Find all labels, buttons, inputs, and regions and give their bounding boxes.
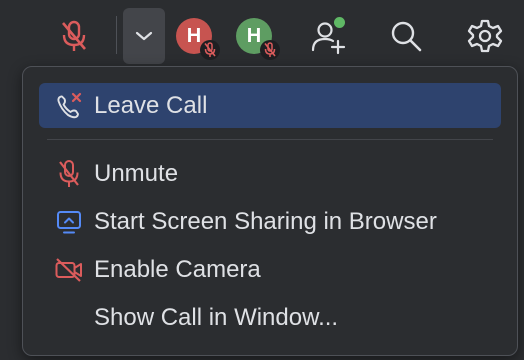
avatar-initial: H (246, 24, 262, 47)
camera-off-icon (54, 255, 84, 285)
menu-item-show-call-in-window[interactable]: Show Call in Window... (39, 295, 501, 340)
search-button[interactable] (386, 16, 426, 56)
online-indicator (332, 15, 347, 30)
menu-item-label: Leave Call (94, 91, 208, 119)
menu-item-label: Start Screen Sharing in Browser (94, 207, 437, 235)
participant-avatar-1[interactable]: H (176, 16, 224, 64)
avatar-initial: H (186, 24, 202, 47)
phone-hangup-icon (54, 91, 84, 121)
menu-separator (47, 139, 493, 140)
search-icon (391, 21, 422, 52)
microphone-muted-icon (54, 159, 84, 189)
gear-icon (467, 19, 503, 53)
menu-item-label: Show Call in Window... (94, 303, 339, 331)
invite-participant-button[interactable] (306, 14, 350, 58)
menu-item-label: Enable Camera (94, 255, 261, 283)
participant-avatar-2[interactable]: H (236, 16, 284, 64)
menu-item-leave-call[interactable]: Leave Call (39, 83, 501, 128)
call-toolbar: H H (0, 0, 524, 66)
call-options-menu: Leave Call Unmute Start Screen Sharing i… (22, 66, 518, 356)
toolbar-separator (116, 16, 117, 54)
microphone-muted-icon (264, 42, 276, 57)
screen-share-icon (54, 207, 84, 237)
mute-toggle-button[interactable] (54, 16, 94, 56)
call-options-dropdown-button[interactable] (123, 8, 165, 64)
chevron-down-icon (135, 31, 153, 41)
empty-icon-slot (54, 303, 84, 333)
microphone-muted-icon (204, 42, 216, 57)
participant-muted-badge (200, 40, 220, 60)
microphone-muted-icon (62, 20, 86, 51)
participant-muted-badge (260, 40, 280, 60)
settings-button[interactable] (465, 16, 505, 56)
menu-item-unmute[interactable]: Unmute (39, 151, 501, 196)
menu-item-label: Unmute (94, 159, 179, 187)
menu-item-start-screen-sharing[interactable]: Start Screen Sharing in Browser (39, 199, 501, 244)
menu-item-enable-camera[interactable]: Enable Camera (39, 247, 501, 292)
